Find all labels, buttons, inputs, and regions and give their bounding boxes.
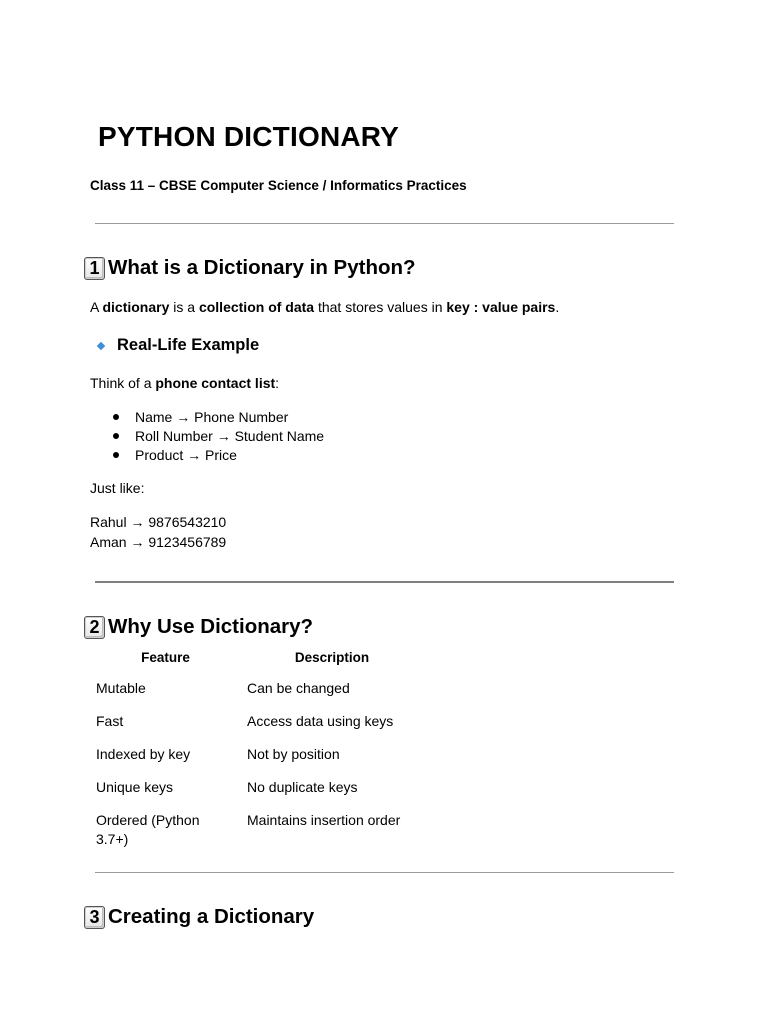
list-item: Roll Number → Student Name bbox=[113, 427, 324, 446]
section-3-title: Creating a Dictionary bbox=[108, 905, 315, 928]
table-row: Fast Access data using keys bbox=[90, 712, 423, 745]
description-cell: Maintains insertion order bbox=[247, 812, 401, 828]
number-1-badge-icon: 1 bbox=[84, 256, 105, 280]
page-subtitle: Class 11 – CBSE Computer Science / Infor… bbox=[90, 178, 467, 193]
table-row: Indexed by key Not by position bbox=[90, 745, 423, 778]
divider bbox=[95, 223, 674, 224]
text: : bbox=[275, 375, 280, 391]
bullet-icon bbox=[113, 414, 119, 421]
bullet-icon bbox=[113, 433, 119, 440]
section-1-heading: 1 What is a Dictionary in Python? bbox=[84, 256, 416, 280]
table-row: Unique keys No duplicate keys bbox=[90, 778, 423, 811]
section-2-heading: 2 Why Use Dictionary? bbox=[84, 615, 313, 639]
bold-term: phone contact list bbox=[155, 375, 276, 391]
dictionary-definition: A dictionary is a collection of data tha… bbox=[90, 299, 559, 315]
number-3-badge-icon: 3 bbox=[84, 905, 105, 929]
section-2-title: Why Use Dictionary? bbox=[108, 615, 314, 638]
text: Think of a bbox=[90, 375, 156, 391]
list-item-text: Product → Price bbox=[135, 446, 237, 463]
feature-cell: Fast bbox=[96, 713, 124, 729]
list-item-text: Name → Phone Number bbox=[135, 409, 289, 426]
text: A bbox=[90, 299, 103, 315]
list-item-text: Roll Number → Student Name bbox=[135, 428, 325, 445]
real-life-example-heading: Real-Life Example bbox=[96, 336, 260, 355]
description-cell: Can be changed bbox=[247, 680, 350, 696]
list-item: Name → Phone Number bbox=[113, 408, 324, 427]
divider bbox=[95, 581, 674, 583]
feature-cell: Ordered (Python 3.7+) bbox=[96, 812, 200, 847]
feature-cell: Unique keys bbox=[96, 779, 174, 795]
bold-term: dictionary bbox=[102, 299, 170, 315]
description-cell: Access data using keys bbox=[247, 713, 394, 729]
column-header-feature: Feature bbox=[141, 650, 190, 665]
example-line: Rahul → 9876543210 bbox=[90, 514, 227, 530]
contact-list-intro: Think of a phone contact list: bbox=[90, 375, 279, 391]
text: . bbox=[555, 299, 560, 315]
feature-cell: Mutable bbox=[96, 680, 146, 696]
feature-cell: Indexed by key bbox=[96, 746, 191, 762]
feature-table: Feature Description Mutable Can be chang… bbox=[90, 650, 423, 863]
example-mappings: Rahul → 9876543210 Aman → 9123456789 bbox=[90, 513, 226, 552]
example-bullet-list: Name → Phone Number Roll Number → Studen… bbox=[113, 408, 324, 464]
table-row: Ordered (Python 3.7+) Maintains insertio… bbox=[90, 811, 423, 863]
list-item: Product → Price bbox=[113, 445, 324, 464]
number-2-badge-icon: 2 bbox=[84, 615, 105, 639]
bullet-icon bbox=[113, 451, 119, 458]
text: is a bbox=[169, 299, 199, 315]
divider bbox=[95, 872, 674, 873]
bold-term: key : value pairs bbox=[446, 299, 556, 315]
section-1-title: What is a Dictionary in Python? bbox=[108, 256, 416, 279]
example-line: Aman → 9123456789 bbox=[90, 533, 227, 550]
table-header-row: Feature Description bbox=[90, 650, 423, 679]
diamond-bullet-icon bbox=[96, 341, 106, 350]
section-3-heading: 3 Creating a Dictionary bbox=[84, 905, 314, 929]
just-like-text: Just like: bbox=[90, 480, 145, 496]
text: that stores values in bbox=[314, 299, 447, 315]
description-cell: Not by position bbox=[247, 746, 340, 762]
table-row: Mutable Can be changed bbox=[90, 679, 423, 712]
page-title: PYTHON DICTIONARY bbox=[98, 121, 400, 152]
description-cell: No duplicate keys bbox=[247, 779, 358, 795]
column-header-description: Description bbox=[294, 650, 370, 665]
subheading-label: Real-Life Example bbox=[117, 336, 260, 354]
bold-term: collection of data bbox=[198, 299, 315, 315]
